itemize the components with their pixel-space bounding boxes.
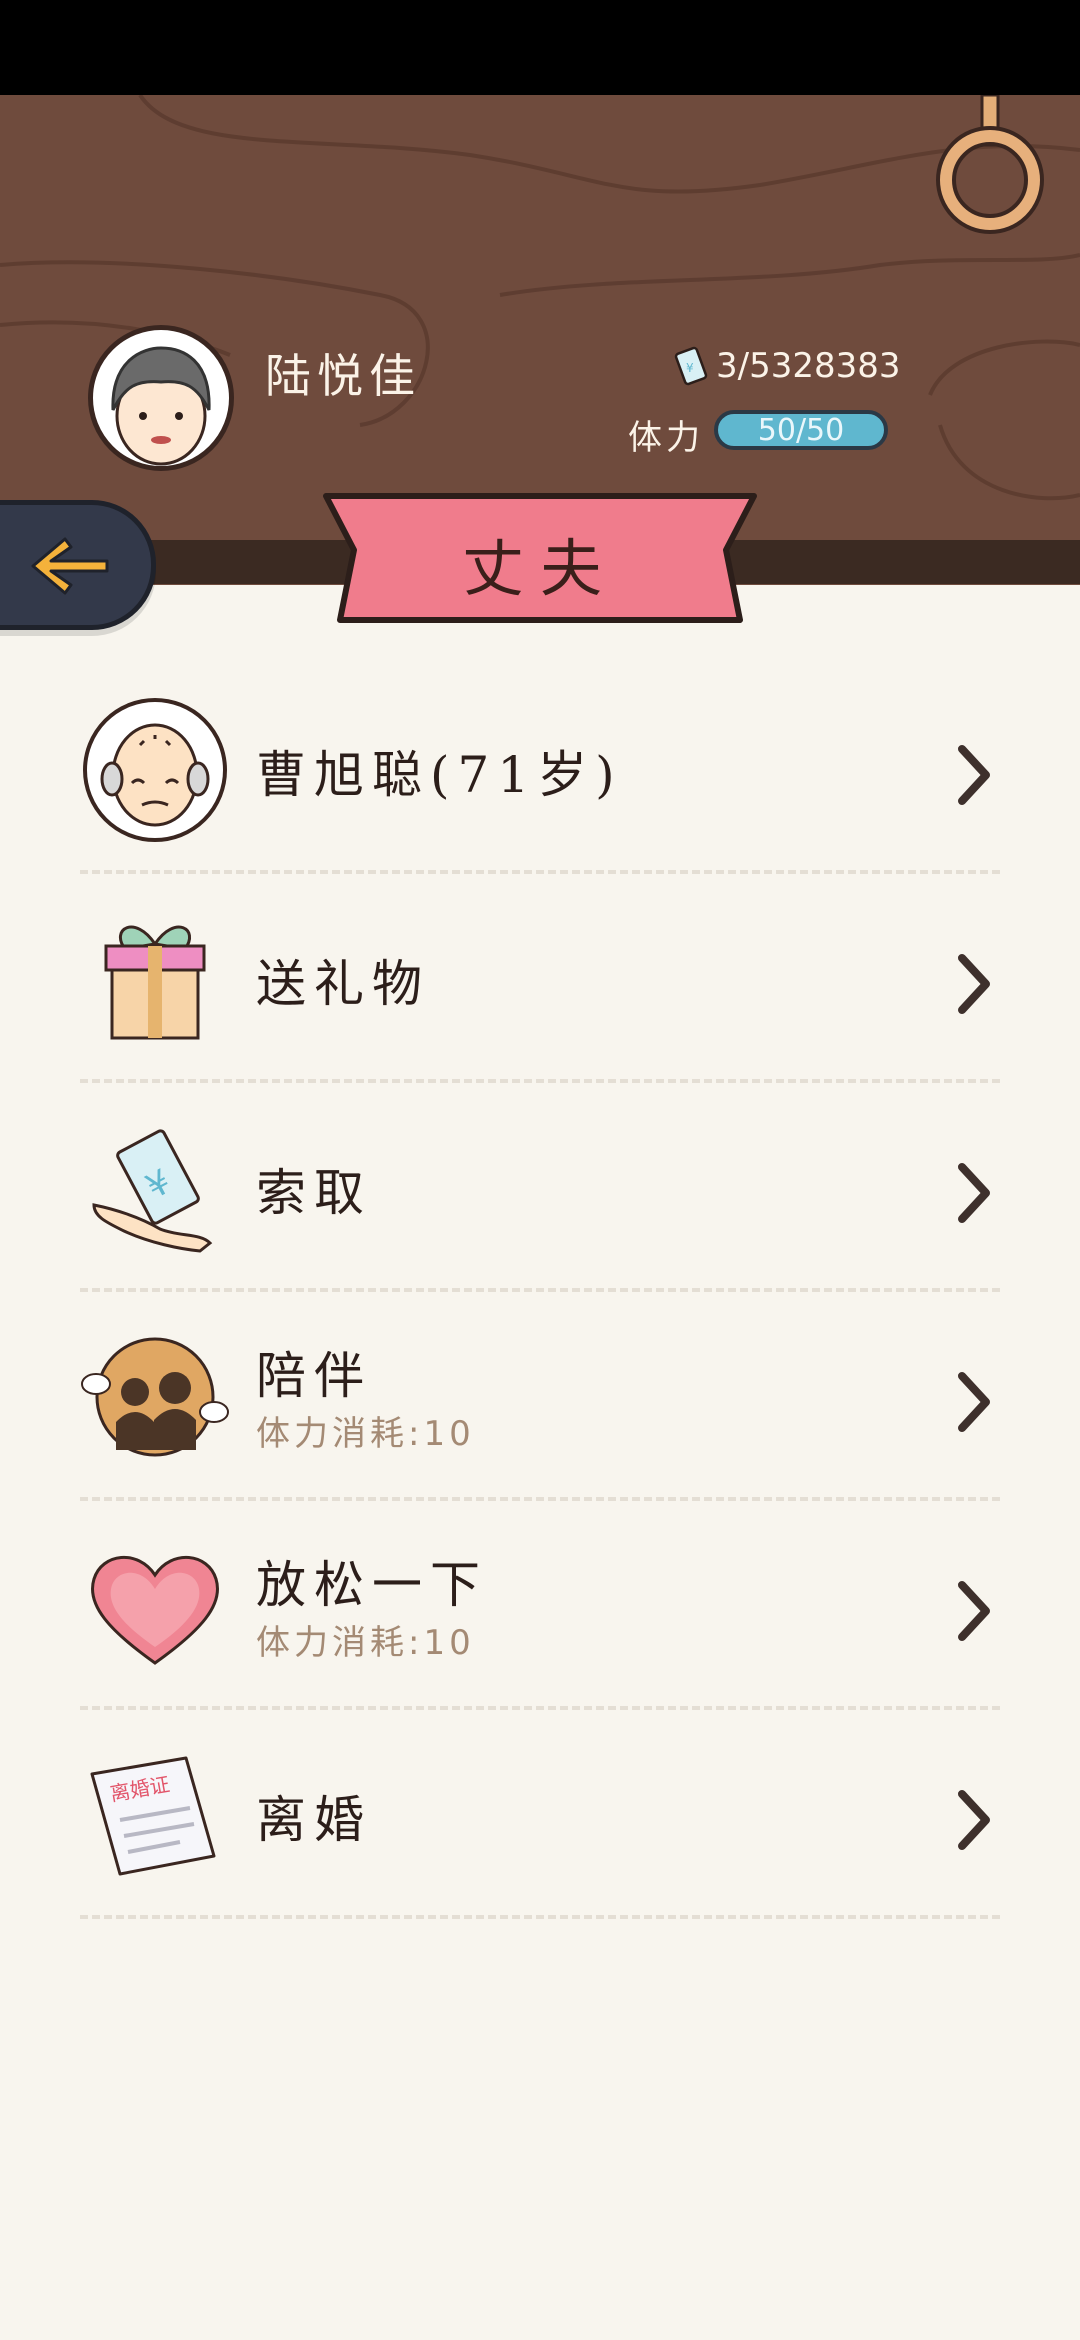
menu-item-gift[interactable]: 送礼物 xyxy=(80,874,1000,1083)
companion-icon xyxy=(81,1337,229,1457)
menu-item-relax[interactable]: 放松一下 体力消耗:10 xyxy=(80,1501,1000,1710)
arrow-left-icon xyxy=(31,537,109,595)
menu-item-accompany[interactable]: 陪伴 体力消耗:10 xyxy=(80,1292,1000,1501)
heart-icon xyxy=(91,1556,219,1665)
money-value: 3/5328383 xyxy=(716,346,901,386)
page-title: 丈夫 xyxy=(461,532,618,605)
menu-item-title: 索取 xyxy=(256,1164,372,1222)
status-bar xyxy=(0,0,1080,95)
chevron-right-icon xyxy=(958,745,990,805)
menu-item-request-money[interactable]: ¥ 索取 xyxy=(80,1083,1000,1292)
menu-item-divorce[interactable]: 离婚证 离婚 xyxy=(80,1710,1000,1919)
stamina-bar: 50/50 xyxy=(714,410,888,450)
gift-icon xyxy=(104,925,206,1040)
chevron-right-icon xyxy=(958,1372,990,1432)
chevron-right-icon xyxy=(958,1581,990,1641)
action-menu: 曹旭聪(71岁) 送礼物 ¥ 索取 陪伴 体力消耗:10 放松一下 体力消耗:1… xyxy=(80,665,1000,1919)
menu-item-title: 放松一下 xyxy=(256,1556,488,1614)
money-note-icon: ¥ xyxy=(674,346,708,386)
money-display: ¥ 3/5328383 xyxy=(672,346,901,386)
menu-item-title: 曹旭聪(71岁) xyxy=(256,746,623,804)
settings-ring-icon[interactable] xyxy=(930,95,1050,245)
stamina-label: 体力 xyxy=(628,418,704,458)
chevron-right-icon xyxy=(958,1790,990,1850)
menu-item-title: 陪伴 xyxy=(256,1347,372,1405)
back-button[interactable] xyxy=(0,500,156,630)
menu-item-husband[interactable]: 曹旭聪(71岁) xyxy=(80,665,1000,874)
player-name: 陆悦佳 xyxy=(265,349,421,403)
money-hand-icon: ¥ xyxy=(92,1129,213,1253)
chevron-right-icon xyxy=(958,954,990,1014)
grandma-face-icon xyxy=(111,346,211,466)
stamina-cost-label: 体力消耗:10 xyxy=(256,1623,475,1663)
chevron-right-icon xyxy=(958,1163,990,1223)
menu-item-title: 送礼物 xyxy=(256,955,430,1013)
stamina-value: 50/50 xyxy=(757,412,845,448)
stamina-cost-label: 体力消耗:10 xyxy=(256,1414,475,1454)
divorce-certificate-icon: 离婚证 xyxy=(90,1756,216,1876)
menu-item-title: 离婚 xyxy=(256,1791,372,1849)
player-avatar[interactable] xyxy=(88,325,234,471)
elderly-husband-avatar xyxy=(83,698,227,842)
svg-text:¥: ¥ xyxy=(686,361,694,375)
